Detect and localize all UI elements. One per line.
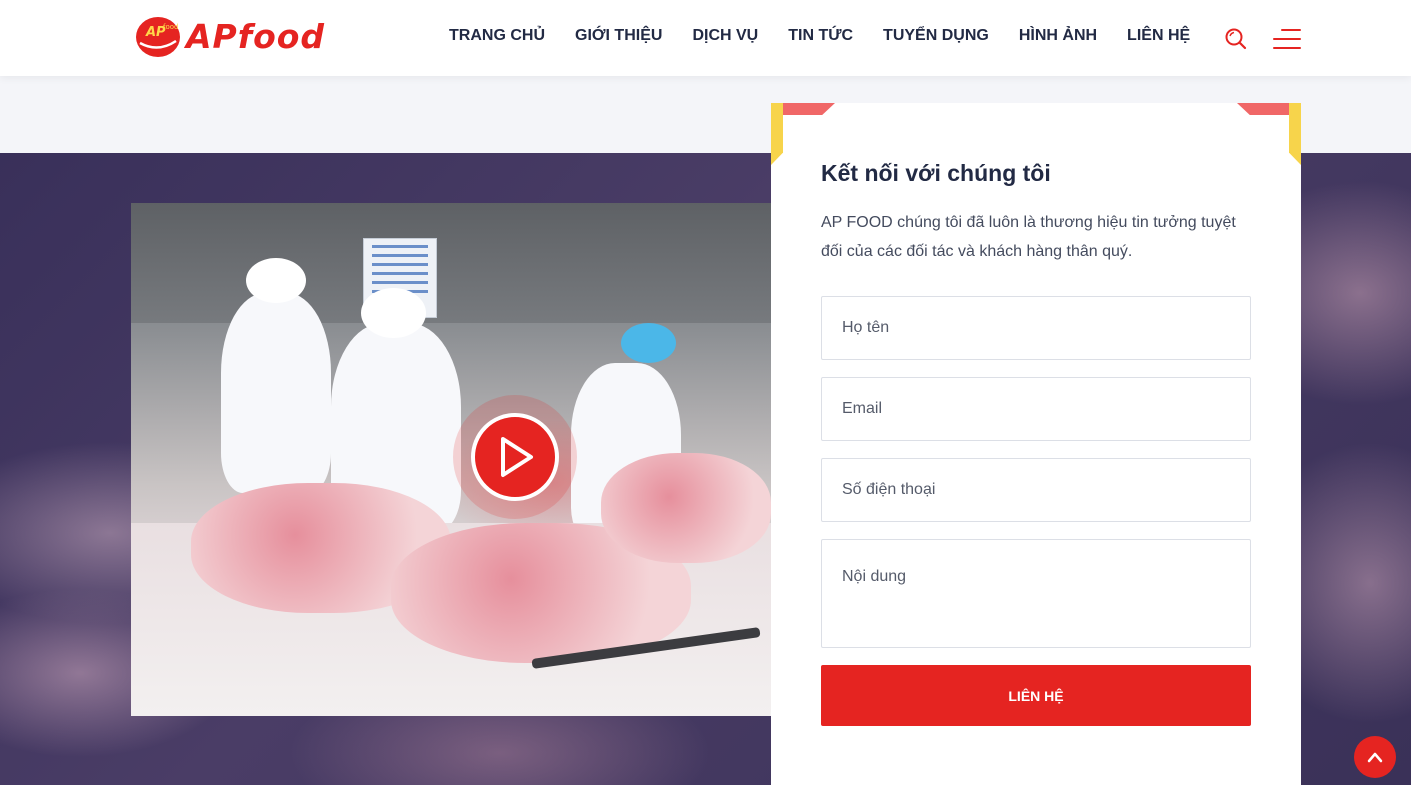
nav-item-careers[interactable]: TUYỂN DỤNG xyxy=(883,27,989,45)
contact-submit-button[interactable]: LIÊN HỆ xyxy=(821,665,1251,726)
nav-item-about[interactable]: GIỚI THIỆU xyxy=(575,27,662,45)
worker-cap xyxy=(621,323,676,363)
svg-text:food: food xyxy=(163,23,178,31)
nav-item-contact[interactable]: LIÊN HỆ xyxy=(1127,27,1190,45)
play-icon xyxy=(501,437,533,477)
phone-field[interactable] xyxy=(821,458,1251,522)
nav-item-services[interactable]: DỊCH VỤ xyxy=(692,27,758,45)
chevron-up-icon xyxy=(1367,752,1383,763)
nav-item-gallery[interactable]: HÌNH ẢNH xyxy=(1019,27,1097,45)
meat-piece xyxy=(601,453,771,563)
worker-cap xyxy=(361,288,426,338)
site-header: AP food APfood TRANG CHỦ GIỚI THIỆU DỊCH… xyxy=(0,0,1411,76)
message-field[interactable] xyxy=(821,539,1251,648)
nav-item-news[interactable]: TIN TỨC xyxy=(788,27,853,45)
brand-logo[interactable]: AP food APfood xyxy=(134,12,325,60)
corner-decoration xyxy=(771,103,783,165)
worker-figure xyxy=(221,293,331,493)
worker-cap xyxy=(246,258,306,303)
scroll-to-top-button[interactable] xyxy=(1354,736,1396,778)
corner-decoration xyxy=(1289,103,1301,165)
video-thumbnail[interactable] xyxy=(131,203,771,716)
factory-wall xyxy=(131,203,771,323)
play-button[interactable] xyxy=(471,413,559,501)
email-field[interactable] xyxy=(821,377,1251,441)
main-nav: TRANG CHỦ GIỚI THIỆU DỊCH VỤ TIN TỨC TUY… xyxy=(449,27,1220,45)
nav-item-home[interactable]: TRANG CHỦ xyxy=(449,27,545,45)
contact-title: Kết nối với chúng tôi xyxy=(821,160,1051,186)
contact-form-card: Kết nối với chúng tôi AP FOOD chúng tôi … xyxy=(771,103,1301,785)
logo-badge-icon: AP food xyxy=(134,13,182,59)
logo-text: APfood xyxy=(186,16,326,56)
name-field[interactable] xyxy=(821,296,1251,360)
search-icon[interactable] xyxy=(1224,27,1248,51)
contact-description: AP FOOD chúng tôi đã luôn là thương hiệu… xyxy=(821,214,1236,260)
hamburger-menu-icon[interactable] xyxy=(1273,29,1301,49)
